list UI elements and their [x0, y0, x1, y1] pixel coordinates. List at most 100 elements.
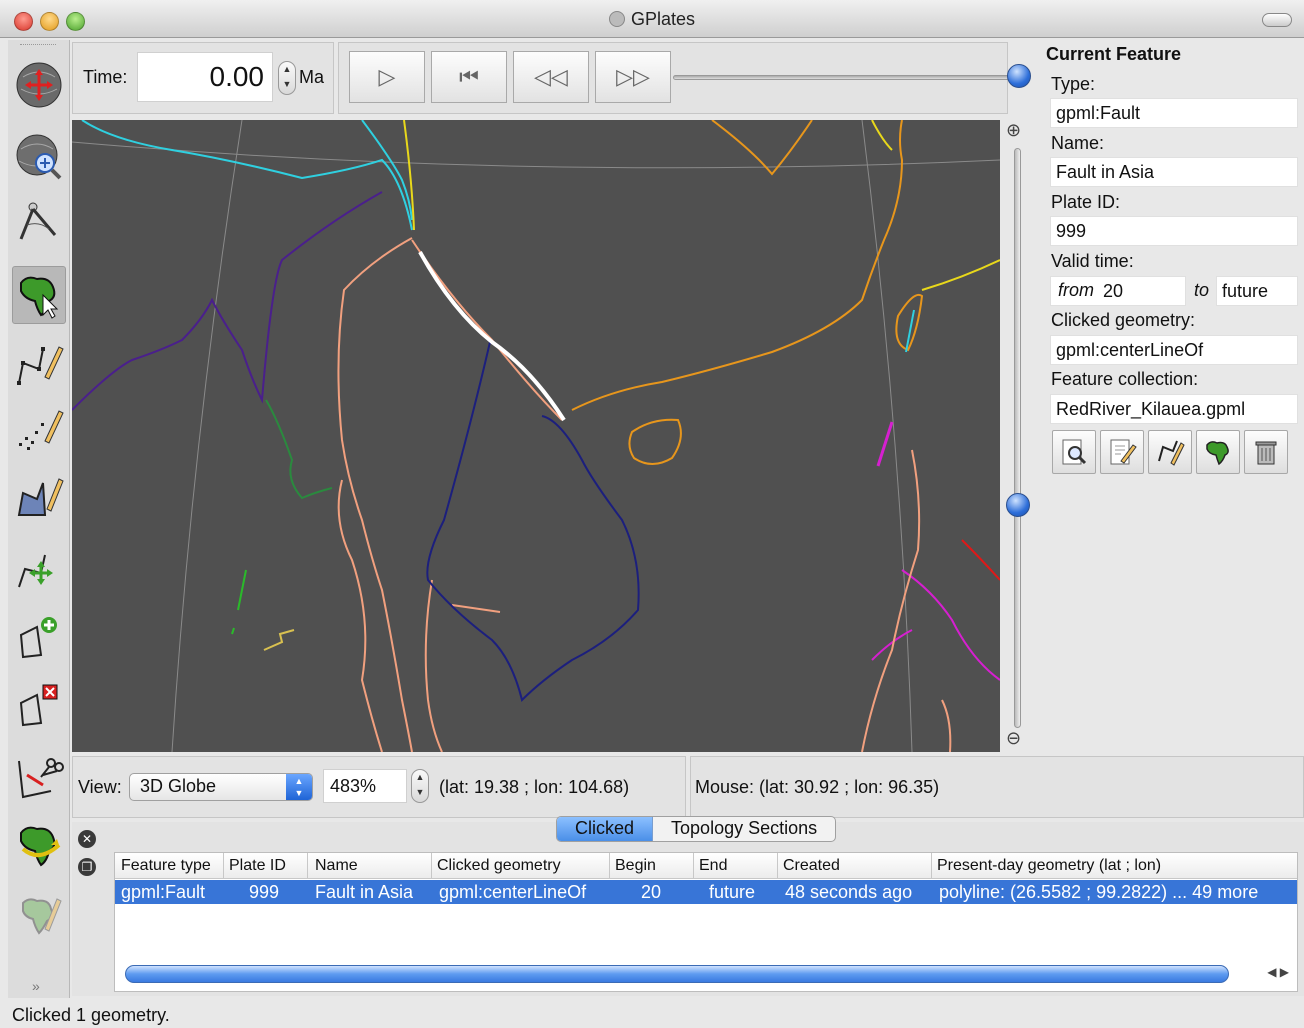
yellow-ridge [263, 629, 295, 651]
graticule [72, 120, 1000, 752]
rotate-plate-icon [20, 826, 61, 867]
current-feature-heading: Current Feature [1046, 44, 1182, 64]
col-present-day-geometry[interactable]: Present-day geometry (lat ; lon) [937, 857, 1161, 875]
zoom-slider-track[interactable] [1014, 148, 1021, 728]
valid-time-label: Valid time: [1051, 251, 1134, 271]
cell-created: 48 seconds ago [785, 882, 913, 902]
zoom-slider-knob[interactable] [1006, 492, 1030, 517]
digitise-multipoint-tool[interactable] [12, 400, 66, 458]
taiwan-outline [895, 294, 924, 352]
digitise-polyline-tool[interactable] [12, 336, 66, 394]
insert-vertex-tool[interactable] [12, 608, 66, 666]
window-title-wrap: GPlates [0, 9, 1304, 30]
valid-to-field[interactable]: future [1216, 276, 1298, 306]
fast-forward-icon: ▷▷ [616, 64, 650, 89]
animation-slider-knob[interactable] [1007, 64, 1031, 88]
plate-icon [1206, 441, 1229, 466]
scroll-arrows-icon[interactable]: ◀ ▶ [1267, 965, 1289, 979]
col-end[interactable]: End [699, 857, 727, 875]
col-plate-id[interactable]: Plate ID [229, 857, 286, 875]
col-name[interactable]: Name [315, 857, 358, 875]
edit-geometry-icon [1158, 440, 1185, 466]
play-button[interactable]: ▷ [349, 51, 425, 103]
feature-table-panel: ✕ ❐ Clicked Topology Sections Feature ty… [72, 816, 1304, 996]
trash-icon [1255, 441, 1277, 465]
panel-tabs: Clicked Topology Sections [556, 816, 837, 842]
edit-feature-icon [1110, 439, 1137, 465]
zoom-percent-input[interactable]: 483% [323, 769, 407, 803]
zoom-globe-icon [16, 134, 62, 180]
build-topology-tool[interactable] [12, 886, 66, 944]
choose-feature-tool[interactable] [12, 266, 66, 324]
tab-clicked[interactable]: Clicked [557, 817, 654, 841]
feature-type-field[interactable]: gpml:Fault [1050, 98, 1298, 128]
clicked-geometry-field[interactable]: gpml:centerLineOf [1050, 335, 1298, 365]
cell-end: future [709, 882, 756, 902]
float-panel-icon[interactable]: ❐ [78, 858, 96, 876]
col-created[interactable]: Created [783, 857, 840, 875]
camera-coordinates: (lat: 19.38 ; lon: 104.68) [439, 777, 630, 797]
time-unit-label: Ma [299, 67, 325, 87]
feature-collection-field[interactable]: RedRiver_Kilauea.gpml [1050, 394, 1298, 424]
clicked-features-table: Feature type Plate ID Name Clicked geome… [114, 852, 1298, 992]
move-vertex-icon [18, 554, 53, 588]
north-orange-line [711, 120, 813, 176]
delete-feature-button[interactable] [1244, 430, 1288, 474]
build-topology-icon [22, 898, 62, 935]
cell-feature-type: gpml:Fault [121, 882, 206, 902]
edit-feature-button[interactable] [1100, 430, 1144, 474]
rewind-icon: ◁◁ [534, 64, 568, 89]
to-label: to [1194, 280, 1210, 300]
step-forward-button[interactable]: ▷▷ [595, 51, 671, 103]
south-china-coast [571, 120, 904, 411]
manipulate-pole-tool[interactable] [12, 816, 66, 874]
time-input[interactable]: 0.00 [137, 52, 273, 102]
globe-map-svg [72, 120, 1000, 752]
mouse-coordinates-bar: Mouse: (lat: 30.92 ; lon: 96.35) [690, 756, 1304, 818]
mouse-coordinates: Mouse: (lat: 30.92 ; lon: 96.35) [695, 777, 940, 797]
toolbar-toggle-button[interactable] [1262, 13, 1292, 27]
digitise-polygon-icon [17, 478, 64, 516]
plate-id-field[interactable]: 999 [1050, 216, 1298, 246]
projection-select[interactable]: 3D Globe ▲ ▼ [129, 773, 313, 801]
palette-grip[interactable] [20, 44, 56, 48]
play-icon: ▷ [378, 64, 396, 89]
horizontal-scrollbar[interactable] [125, 965, 1229, 983]
animation-time-slider[interactable] [673, 75, 1019, 80]
zoom-slider[interactable]: ⊕ ⊖ [1004, 120, 1032, 752]
view-control-bar: View: 3D Globe ▲ ▼ 483% ▲ ▼ (lat: 19.38 ; … [72, 756, 686, 818]
edit-geometry-button[interactable] [1148, 430, 1192, 474]
suture-lines [81, 120, 893, 231]
reset-animation-button[interactable]: ⏮ [431, 51, 507, 103]
more-tools-chevron-icon[interactable]: » [32, 978, 40, 994]
india-plate-outline [72, 191, 383, 411]
col-begin[interactable]: Begin [615, 857, 656, 875]
view-label: View: [78, 777, 122, 797]
col-feature-type[interactable]: Feature type [121, 857, 211, 875]
table-row[interactable]: gpml:Fault 999 Fault in Asia gpml:center… [115, 880, 1297, 904]
title-bar: GPlates [0, 0, 1304, 38]
zoom-in-icon[interactable]: ⊕ [1006, 120, 1021, 141]
split-feature-tool[interactable] [12, 748, 66, 806]
close-panel-icon[interactable]: ✕ [78, 830, 96, 848]
globe-canvas[interactable] [72, 120, 1000, 752]
move-vertex-tool[interactable] [12, 540, 66, 598]
step-back-button[interactable]: ◁◁ [513, 51, 589, 103]
query-feature-button[interactable] [1052, 430, 1096, 474]
tab-topology-sections[interactable]: Topology Sections [653, 817, 835, 841]
cell-plate-id: 999 [249, 882, 280, 902]
zoom-out-icon[interactable]: ⊖ [1006, 728, 1021, 749]
select-arrows-icon: ▲ ▼ [286, 774, 312, 800]
zoom-globe-tool[interactable] [12, 128, 66, 186]
measure-distance-tool[interactable] [12, 192, 66, 250]
col-clicked-geometry[interactable]: Clicked geometry [437, 857, 561, 875]
time-spinner[interactable]: ▲ ▼ [278, 61, 296, 95]
feature-name-field[interactable]: Fault in Asia [1050, 157, 1298, 187]
reconstruct-feature-button[interactable] [1196, 430, 1240, 474]
drag-globe-tool[interactable] [12, 56, 66, 114]
digitise-polygon-tool[interactable] [12, 468, 66, 526]
query-feature-icon [1062, 439, 1087, 465]
status-bar: Clicked 1 geometry. [0, 1000, 1304, 1028]
delete-vertex-tool[interactable] [12, 676, 66, 734]
zoom-percent-spinner[interactable]: ▲ ▼ [411, 769, 429, 803]
